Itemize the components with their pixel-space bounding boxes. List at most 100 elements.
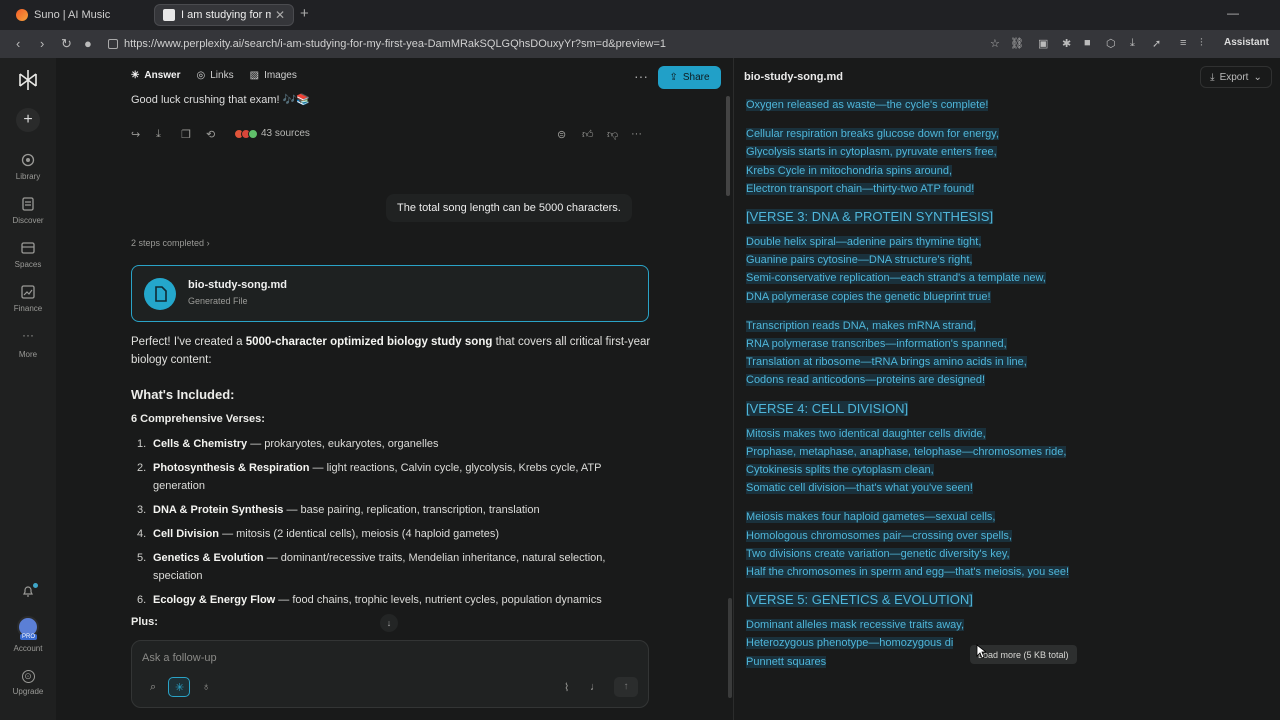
sidebar-item-spaces[interactable]: Spaces — [0, 240, 56, 269]
forward-icon[interactable]: › — [40, 36, 44, 51]
star-icon[interactable]: ☆ — [990, 37, 1000, 50]
mic-icon[interactable]: ● — [84, 36, 92, 51]
sidebar-item-more[interactable]: ··· More — [0, 328, 56, 359]
share-button[interactable]: ⇪ Share — [658, 66, 721, 89]
tab-label: Answer — [144, 70, 181, 81]
answer-intro: Perfect! I've created a 5000-character o… — [131, 333, 651, 369]
list-number: 1. — [137, 438, 147, 450]
new-thread-button[interactable]: + — [16, 108, 40, 132]
sidebar-item-finance[interactable]: Finance — [0, 284, 56, 313]
more-icon: ··· — [22, 328, 34, 342]
line-text: Codons read anticodons—proteins are desi… — [746, 374, 986, 387]
lyric-line: Meiosis makes four haploid gametes—sexua… — [746, 508, 1266, 526]
chevron-down-icon: ⌄ — [1253, 71, 1262, 83]
line-text: Two divisions create variation—genetic d… — [746, 547, 1010, 560]
line-text: Oxygen released as waste—the cycle's com… — [746, 99, 989, 111]
sources-count[interactable]: 43 sources — [261, 128, 310, 139]
tab-answer[interactable]: ✳ Answer — [131, 70, 181, 81]
list-number: 2. — [137, 462, 147, 474]
lyric-line: Cellular respiration breaks glucose down… — [746, 125, 1266, 143]
upgrade-label: Upgrade — [12, 687, 44, 696]
lyric-line: Double helix spiral—adenine pairs thymin… — [746, 233, 1266, 251]
thumbs-up-icon[interactable]: 👍︎ — [582, 128, 594, 141]
reload-icon[interactable]: ↻ — [61, 36, 72, 52]
scroll-down-button[interactable]: ↓ — [380, 614, 398, 632]
document-content: Oxygen released as waste—the cycle's com… — [746, 96, 1266, 671]
tab-links[interactable]: ◎ Links — [197, 70, 234, 81]
close-tab-icon[interactable]: ✕ — [275, 8, 285, 22]
generated-file-card[interactable]: bio-study-song.md Generated File — [131, 265, 649, 322]
url-field[interactable]: https://www.perplexity.ai/search/i-am-st… — [108, 35, 978, 53]
assistant-button[interactable]: Assistant — [1224, 37, 1269, 48]
line-text: Electron transport chain—thirty-two ATP … — [746, 182, 975, 195]
puzzle-icon[interactable]: ⬡ — [1106, 37, 1116, 50]
more-options-icon[interactable]: ··· — [634, 68, 648, 84]
back-icon[interactable]: ‹ — [16, 36, 20, 51]
rewrite-icon[interactable]: ⟲ — [206, 128, 215, 141]
document-scrollbar[interactable] — [728, 598, 732, 698]
send-icon[interactable]: ➚ — [1152, 37, 1161, 50]
audio-icon[interactable]: ⫶ — [1200, 37, 1203, 50]
lightbulb-icon[interactable]: ♁ — [202, 681, 210, 693]
chevron-right-icon: › — [206, 238, 210, 248]
list-title: Cell Division — [153, 528, 220, 540]
line-text: Prophase, metaphase, anaphase, telophase… — [746, 445, 1067, 458]
lyric-line: DNA polymerase copies the genetic bluepr… — [746, 288, 1266, 306]
menu-icon[interactable]: ≡ — [1180, 37, 1186, 49]
line-text: Mitosis makes two identical daughter cel… — [746, 427, 986, 440]
browser-tab-perplexity[interactable]: I am studying for my first yea ✕ — [154, 4, 294, 26]
line-text: Translation at ribosome—tRNA brings amin… — [746, 356, 1027, 369]
flag-icon[interactable]: ⊜ — [557, 128, 566, 141]
line-text: Cytokinesis splits the cytoplasm clean, — [746, 464, 934, 477]
microphone-icon[interactable]: ♩ — [590, 681, 601, 693]
download-icon[interactable]: ⤓ — [1130, 37, 1135, 50]
sources-favicons[interactable] — [234, 129, 258, 139]
line-text: RNA polymerase transcribes—information's… — [746, 338, 1007, 351]
list-text: — food chains, trophic levels, nutrient … — [275, 594, 602, 606]
thumbs-down-icon[interactable]: 👎︎ — [607, 128, 618, 141]
minimize-icon[interactable]: — — [1227, 6, 1239, 20]
verse-heading: [VERSE 5: GENETICS & EVOLUTION] — [746, 591, 1266, 609]
tab-images[interactable]: ▨ Images — [250, 70, 297, 81]
lyric-line: Glycolysis starts in cytoplasm, pyruvate… — [746, 143, 1266, 161]
copy-icon[interactable]: ❐ — [181, 128, 191, 141]
export-button[interactable]: ⤓ Export ⌄ — [1200, 66, 1272, 88]
steps-completed[interactable]: 2 steps completed › — [131, 238, 210, 248]
document-title: bio-study-song.md — [744, 71, 843, 83]
sidebar-item-library[interactable]: Library — [0, 152, 56, 181]
lyric-line: Translation at ribosome—tRNA brings amin… — [746, 353, 1266, 371]
notification-dot — [33, 583, 38, 588]
search-icon[interactable]: ⌕ — [150, 681, 156, 694]
chat-scrollbar[interactable] — [726, 96, 730, 196]
perplexity-logo-icon[interactable] — [16, 68, 40, 92]
upgrade-button[interactable]: ⊙ Upgrade — [0, 670, 56, 696]
whats-included-heading: What's Included: — [131, 387, 235, 402]
list-text: — base pairing, replication, transcripti… — [283, 504, 540, 516]
browser-tab-suno[interactable]: Suno | AI Music — [8, 4, 150, 26]
verses-list: 1. Cells & Chemistry — prokaryotes, eukar… — [131, 435, 651, 615]
extension-icon[interactable]: ✱ — [1062, 37, 1071, 50]
line-text: Meiosis makes four haploid gametes—sexua… — [746, 511, 996, 524]
spaces-icon — [21, 242, 35, 254]
sidebar-item-discover[interactable]: Discover — [0, 196, 56, 225]
url-text: https://www.perplexity.ai/search/i-am-st… — [124, 38, 667, 50]
extension-icon[interactable]: ■ — [1084, 37, 1091, 49]
sidebar-item-label: Finance — [13, 304, 43, 313]
tab-title: I am studying for my first yea — [181, 9, 271, 21]
source-favicon-icon — [248, 129, 258, 139]
account-label[interactable]: Account — [0, 644, 56, 653]
link-icon[interactable]: ⛓ — [1010, 37, 1024, 50]
list-number: 6. — [137, 594, 147, 606]
submit-button[interactable]: ↑ — [614, 677, 638, 697]
site-info-icon[interactable] — [108, 39, 118, 49]
extension-icon[interactable]: ▣ — [1038, 37, 1048, 50]
file-subtitle: Generated File — [188, 296, 248, 306]
share-answer-icon[interactable]: ↪ — [131, 128, 140, 141]
more-icon[interactable]: ··· — [631, 128, 642, 140]
follow-up-input[interactable] — [142, 649, 542, 667]
attach-icon[interactable]: ⌇ — [564, 681, 569, 694]
line-text: Guanine pairs cytosine—DNA structure's r… — [746, 254, 973, 267]
tab-title: Suno | AI Music — [34, 9, 111, 21]
download-icon[interactable]: ⤓ — [156, 128, 161, 141]
new-tab-icon[interactable]: + — [300, 5, 309, 22]
